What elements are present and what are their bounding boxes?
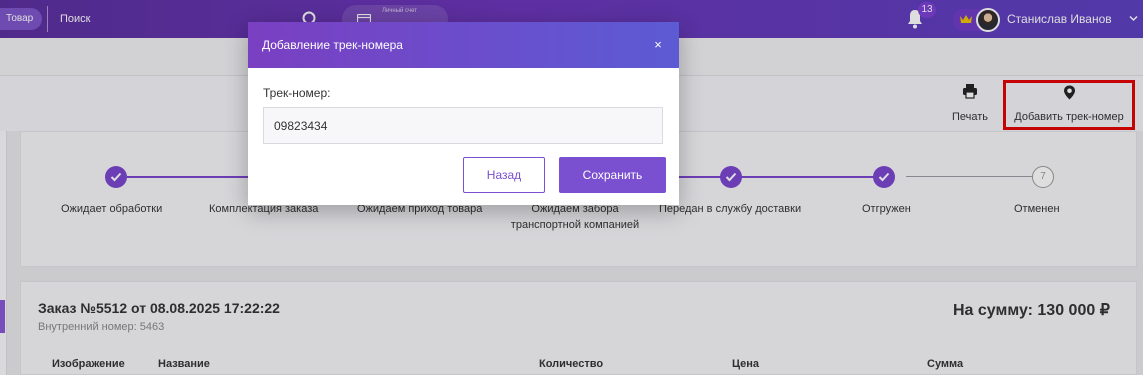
add-track-number-dialog: Добавление трек-номера × Трек-номер: Наз… — [248, 22, 679, 205]
dialog-title: Добавление трек-номера — [262, 38, 403, 52]
save-button[interactable]: Сохранить — [559, 157, 666, 193]
track-number-input[interactable] — [263, 107, 663, 144]
track-number-label: Трек-номер: — [263, 86, 331, 100]
close-icon[interactable]: × — [652, 38, 664, 52]
dialog-header: Добавление трек-номера × — [248, 22, 679, 68]
back-button[interactable]: Назад — [463, 157, 545, 193]
